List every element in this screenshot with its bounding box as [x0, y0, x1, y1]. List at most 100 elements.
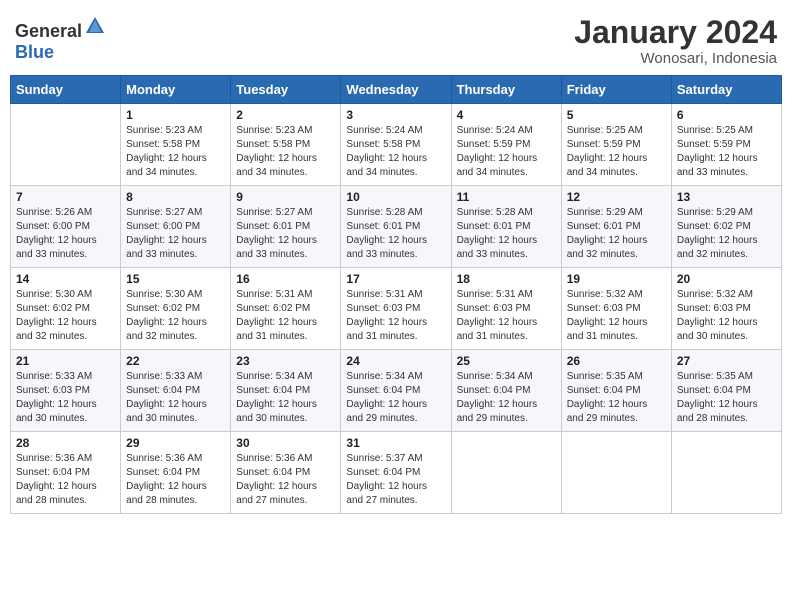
day-header-friday: Friday — [561, 76, 671, 104]
logo-blue: Blue — [15, 42, 54, 62]
calendar-cell: 7Sunrise: 5:26 AMSunset: 6:00 PMDaylight… — [11, 186, 121, 268]
calendar-cell: 8Sunrise: 5:27 AMSunset: 6:00 PMDaylight… — [121, 186, 231, 268]
day-info: Sunrise: 5:30 AMSunset: 6:02 PMDaylight:… — [16, 288, 115, 344]
calendar-cell: 1 Sunrise: 5:23 AMSunset: 5:58 PMDaylight… — [121, 104, 231, 186]
week-row-1: 1 Sunrise: 5:23 AMSunset: 5:58 PMDaylight… — [11, 104, 782, 186]
day-header-wednesday: Wednesday — [341, 76, 451, 104]
day-info: Sunrise: 5:32 AMSunset: 6:03 PMDaylight:… — [567, 288, 666, 344]
day-info: Sunrise: 5:33 AMSunset: 6:03 PMDaylight:… — [16, 370, 115, 426]
day-header-monday: Monday — [121, 76, 231, 104]
calendar-cell: 4Sunrise: 5:24 AMSunset: 5:59 PMDaylight… — [451, 104, 561, 186]
calendar-cell: 6 Sunrise: 5:25 AMSunset: 5:59 PMDaylight… — [671, 104, 781, 186]
day-number: 29 — [126, 436, 225, 450]
calendar-cell: 27 Sunrise: 5:35 AMSunset: 6:04 PMDayligh… — [671, 350, 781, 432]
day-info: Sunrise: 5:34 AMSunset: 6:04 PMDaylight:… — [457, 370, 556, 426]
week-row-5: 28 Sunrise: 5:36 AMSunset: 6:04 PMDayligh… — [11, 432, 782, 514]
day-info: Sunrise: 5:29 AMSunset: 6:01 PMDaylight:… — [567, 206, 666, 262]
calendar-cell: 16 Sunrise: 5:31 AMSunset: 6:02 PMDayligh… — [231, 268, 341, 350]
day-info: Sunrise: 5:34 AMSunset: 6:04 PMDaylight:… — [236, 370, 335, 426]
day-header-tuesday: Tuesday — [231, 76, 341, 104]
location: Wonosari, Indonesia — [574, 50, 777, 67]
day-info: Sunrise: 5:36 AMSunset: 6:04 PMDaylight:… — [236, 452, 335, 508]
day-info: Sunrise: 5:29 AMSunset: 6:02 PMDaylight:… — [677, 206, 776, 262]
day-info: Sunrise: 5:32 AMSunset: 6:03 PMDaylight:… — [677, 288, 776, 344]
day-number: 16 — [236, 272, 335, 286]
day-info: Sunrise: 5:34 AMSunset: 6:04 PMDaylight:… — [346, 370, 445, 426]
day-number: 26 — [567, 354, 666, 368]
day-number: 3 — [346, 108, 445, 122]
week-row-4: 21 Sunrise: 5:33 AMSunset: 6:03 PMDayligh… — [11, 350, 782, 432]
calendar-cell: 17 Sunrise: 5:31 AMSunset: 6:03 PMDayligh… — [341, 268, 451, 350]
calendar-table: SundayMondayTuesdayWednesdayThursdayFrid… — [10, 75, 782, 514]
calendar-cell: 31 Sunrise: 5:37 AMSunset: 6:04 PMDayligh… — [341, 432, 451, 514]
day-info: Sunrise: 5:33 AMSunset: 6:04 PMDaylight:… — [126, 370, 225, 426]
day-number: 24 — [346, 354, 445, 368]
calendar-cell: 30 Sunrise: 5:36 AMSunset: 6:04 PMDayligh… — [231, 432, 341, 514]
day-info: Sunrise: 5:28 AMSunset: 6:01 PMDaylight:… — [346, 206, 445, 262]
day-number: 12 — [567, 190, 666, 204]
calendar-cell — [11, 104, 121, 186]
day-number: 6 — [677, 108, 776, 122]
calendar-cell: 11 Sunrise: 5:28 AMSunset: 6:01 PMDayligh… — [451, 186, 561, 268]
day-info: Sunrise: 5:24 AMSunset: 5:58 PMDaylight:… — [346, 124, 445, 180]
calendar-cell — [451, 432, 561, 514]
day-number: 10 — [346, 190, 445, 204]
day-info: Sunrise: 5:36 AMSunset: 6:04 PMDaylight:… — [126, 452, 225, 508]
day-number: 28 — [16, 436, 115, 450]
day-number: 20 — [677, 272, 776, 286]
calendar-cell — [671, 432, 781, 514]
calendar-cell: 12 Sunrise: 5:29 AMSunset: 6:01 PMDayligh… — [561, 186, 671, 268]
week-row-2: 7Sunrise: 5:26 AMSunset: 6:00 PMDaylight… — [11, 186, 782, 268]
day-number: 7 — [16, 190, 115, 204]
calendar-cell: 9Sunrise: 5:27 AMSunset: 6:01 PMDaylight… — [231, 186, 341, 268]
day-number: 18 — [457, 272, 556, 286]
day-info: Sunrise: 5:28 AMSunset: 6:01 PMDaylight:… — [457, 206, 556, 262]
calendar-cell: 13 Sunrise: 5:29 AMSunset: 6:02 PMDayligh… — [671, 186, 781, 268]
day-number: 27 — [677, 354, 776, 368]
days-header-row: SundayMondayTuesdayWednesdayThursdayFrid… — [11, 76, 782, 104]
calendar-cell: 10 Sunrise: 5:28 AMSunset: 6:01 PMDayligh… — [341, 186, 451, 268]
day-info: Sunrise: 5:35 AMSunset: 6:04 PMDaylight:… — [677, 370, 776, 426]
day-header-sunday: Sunday — [11, 76, 121, 104]
day-info: Sunrise: 5:23 AMSunset: 5:58 PMDaylight:… — [236, 124, 335, 180]
day-info: Sunrise: 5:23 AMSunset: 5:58 PMDaylight:… — [126, 124, 225, 180]
day-number: 19 — [567, 272, 666, 286]
page-header: General Blue January 2024 Wonosari, Indo… — [10, 10, 782, 67]
calendar-cell: 14 Sunrise: 5:30 AMSunset: 6:02 PMDayligh… — [11, 268, 121, 350]
day-number: 11 — [457, 190, 556, 204]
day-number: 1 — [126, 108, 225, 122]
day-number: 22 — [126, 354, 225, 368]
day-info: Sunrise: 5:25 AMSunset: 5:59 PMDaylight:… — [677, 124, 776, 180]
logo: General Blue — [15, 15, 106, 63]
day-info: Sunrise: 5:27 AMSunset: 6:01 PMDaylight:… — [236, 206, 335, 262]
day-info: Sunrise: 5:27 AMSunset: 6:00 PMDaylight:… — [126, 206, 225, 262]
day-number: 17 — [346, 272, 445, 286]
day-number: 31 — [346, 436, 445, 450]
day-info: Sunrise: 5:31 AMSunset: 6:03 PMDaylight:… — [346, 288, 445, 344]
day-info: Sunrise: 5:31 AMSunset: 6:02 PMDaylight:… — [236, 288, 335, 344]
calendar-cell: 29 Sunrise: 5:36 AMSunset: 6:04 PMDayligh… — [121, 432, 231, 514]
day-number: 13 — [677, 190, 776, 204]
calendar-cell: 19 Sunrise: 5:32 AMSunset: 6:03 PMDayligh… — [561, 268, 671, 350]
month-title: January 2024 — [574, 15, 777, 50]
calendar-cell: 2 Sunrise: 5:23 AMSunset: 5:58 PMDaylight… — [231, 104, 341, 186]
calendar-cell: 20 Sunrise: 5:32 AMSunset: 6:03 PMDayligh… — [671, 268, 781, 350]
day-number: 21 — [16, 354, 115, 368]
day-number: 15 — [126, 272, 225, 286]
day-number: 2 — [236, 108, 335, 122]
day-number: 25 — [457, 354, 556, 368]
day-number: 14 — [16, 272, 115, 286]
calendar-cell: 28Sunrise: 5:36 AMSunset: 6:04 PMDayligh… — [11, 432, 121, 514]
calendar-cell: 3 Sunrise: 5:24 AMSunset: 5:58 PMDaylight… — [341, 104, 451, 186]
day-info: Sunrise: 5:30 AMSunset: 6:02 PMDaylight:… — [126, 288, 225, 344]
day-number: 4 — [457, 108, 556, 122]
day-info: Sunrise: 5:31 AMSunset: 6:03 PMDaylight:… — [457, 288, 556, 344]
day-info: Sunrise: 5:37 AMSunset: 6:04 PMDaylight:… — [346, 452, 445, 508]
logo-icon — [84, 15, 106, 37]
day-number: 30 — [236, 436, 335, 450]
day-number: 23 — [236, 354, 335, 368]
calendar-cell: 23 Sunrise: 5:34 AMSunset: 6:04 PMDayligh… — [231, 350, 341, 432]
day-info: Sunrise: 5:35 AMSunset: 6:04 PMDaylight:… — [567, 370, 666, 426]
calendar-cell: 5Sunrise: 5:25 AMSunset: 5:59 PMDaylight… — [561, 104, 671, 186]
calendar-cell: 18 Sunrise: 5:31 AMSunset: 6:03 PMDayligh… — [451, 268, 561, 350]
